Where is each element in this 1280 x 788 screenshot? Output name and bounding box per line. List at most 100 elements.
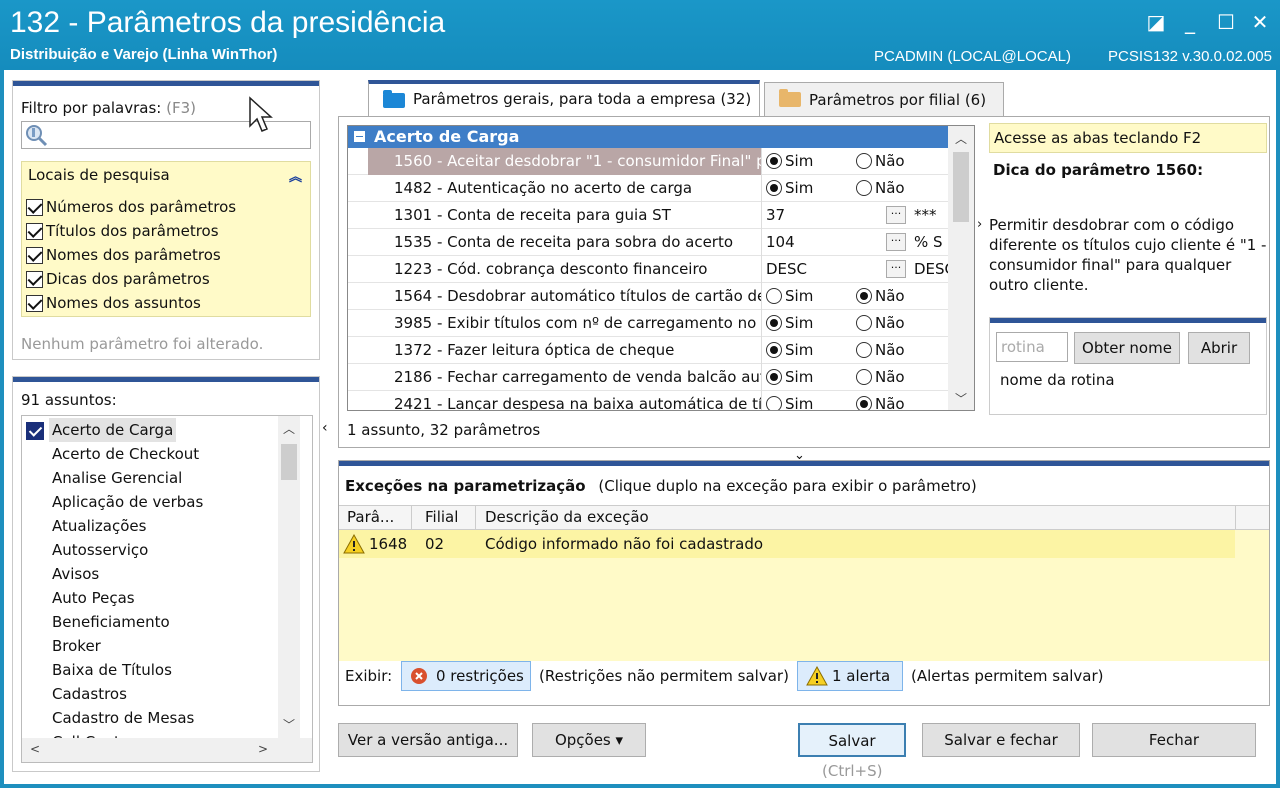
value-text[interactable]: 37 — [766, 202, 785, 229]
maximize-button[interactable]: ☐ — [1212, 8, 1240, 36]
scope-option-numbers[interactable]: Números dos parâmetros — [26, 196, 236, 218]
no-option[interactable]: Não — [856, 175, 905, 202]
radio-icon[interactable] — [856, 288, 872, 304]
radio-icon[interactable] — [766, 396, 782, 410]
save-button[interactable]: Salvar — [798, 723, 906, 757]
list-item[interactable]: Auto Peças — [52, 586, 135, 610]
value-text[interactable]: DESC — [766, 256, 807, 283]
scroll-right-icon[interactable]: > — [254, 742, 272, 756]
scroll-left-icon[interactable]: < — [26, 742, 44, 756]
scroll-up-icon[interactable]: ︿ — [952, 130, 970, 147]
save-close-button[interactable]: Salvar e fechar — [922, 723, 1080, 757]
parameter-name[interactable]: 1560 - Aceitar desdobrar "1 - consumidor… — [368, 148, 761, 175]
collapse-icon[interactable]: ︽ — [289, 166, 302, 185]
parameter-name[interactable]: 2421 - Lançar despesa na baixa automátic… — [368, 391, 761, 410]
parameter-value[interactable]: DESC ··· DESC — [761, 256, 948, 283]
yes-option[interactable]: Sim — [766, 337, 813, 364]
yes-option[interactable]: Sim — [766, 391, 813, 410]
expand-tip-icon[interactable]: › — [977, 217, 982, 232]
rotina-input[interactable]: rotina — [996, 332, 1068, 362]
scroll-down-icon[interactable]: ﹀ — [280, 716, 298, 733]
parameter-value[interactable]: Sim Não — [761, 310, 948, 337]
column-header[interactable]: Parâ... — [347, 508, 394, 526]
restrictions-button[interactable]: 0 restrições — [401, 661, 531, 691]
table-row[interactable]: 1535 - Conta de receita para sobra do ac… — [348, 229, 948, 256]
table-row[interactable]: 3985 - Exibir títulos com nº de carregam… — [348, 310, 948, 337]
tab-branch-params[interactable]: Parâmetros por filial (6) — [764, 82, 1004, 118]
parameter-name[interactable]: 1482 - Autenticação no acerto de carga — [368, 175, 761, 202]
browse-button[interactable]: ··· — [886, 206, 906, 224]
no-option[interactable]: Não — [856, 364, 905, 391]
yes-option[interactable]: Sim — [766, 283, 813, 310]
close-button[interactable]: Fechar — [1092, 723, 1256, 757]
list-item[interactable]: Acerto de Carga — [49, 418, 177, 442]
table-row[interactable]: 1223 - Cód. cobrança desconto financeiro… — [348, 256, 948, 283]
column-header[interactable]: Filial — [425, 508, 458, 526]
scroll-thumb[interactable] — [281, 444, 297, 480]
list-item[interactable]: Atualizações — [52, 514, 146, 538]
parameter-value[interactable]: Sim Não — [761, 391, 948, 410]
parameter-name[interactable]: 1564 - Desdobrar automático títulos de c… — [368, 283, 761, 310]
checkbox-checked-icon[interactable] — [26, 294, 43, 312]
list-item[interactable]: Broker — [52, 634, 101, 658]
scope-option-subjects[interactable]: Nomes dos assuntos — [26, 292, 201, 314]
list-item[interactable]: Acerto de Checkout — [52, 442, 199, 466]
group-header[interactable]: Acerto de Carga — [348, 126, 948, 148]
vertical-scrollbar[interactable]: ︿ ﹀ — [278, 416, 300, 738]
radio-icon[interactable] — [766, 369, 782, 385]
scroll-down-icon[interactable]: ﹀ — [952, 390, 970, 407]
browse-button[interactable]: ··· — [886, 233, 906, 251]
scroll-thumb[interactable] — [953, 152, 969, 222]
no-option[interactable]: Não — [856, 148, 905, 175]
table-row[interactable]: 2421 - Lançar despesa na baixa automátic… — [348, 391, 948, 410]
yes-option[interactable]: Sim — [766, 310, 813, 337]
subject-list[interactable]: Acerto de Carga Acerto de Checkout Anali… — [21, 415, 313, 763]
collapse-left-icon[interactable]: ‹ — [322, 420, 328, 436]
parameter-value[interactable]: Sim Não — [761, 337, 948, 364]
column-header[interactable]: Descrição da exceção — [485, 508, 649, 526]
open-button[interactable]: Abrir — [1188, 332, 1250, 364]
close-window-button[interactable]: ✕ — [1246, 8, 1274, 36]
radio-icon[interactable] — [856, 342, 872, 358]
parameter-value[interactable]: Sim Não — [761, 175, 948, 202]
table-row[interactable]: 1301 - Conta de receita para guia ST 37 ··… — [348, 202, 948, 229]
parameter-value[interactable]: Sim Não — [761, 283, 948, 310]
parameter-name[interactable]: 1535 - Conta de receita para sobra do ac… — [368, 229, 761, 256]
list-item[interactable]: Cadastro de Mesas — [52, 706, 194, 730]
old-version-button[interactable]: Ver a versão antiga... — [338, 723, 518, 757]
list-item[interactable]: Analise Gerencial — [52, 466, 182, 490]
browse-button[interactable]: ··· — [886, 260, 906, 278]
parameter-name[interactable]: 2186 - Fechar carregamento de venda balc… — [368, 364, 761, 391]
parameter-name[interactable]: 1301 - Conta de receita para guia ST — [368, 202, 761, 229]
no-option[interactable]: Não — [856, 391, 905, 410]
checkbox-checked-icon[interactable] — [26, 198, 43, 216]
parameter-name[interactable]: 1223 - Cód. cobrança desconto financeiro — [368, 256, 761, 283]
table-row[interactable]: 1648 02 Código informado não foi cadastr… — [339, 530, 1235, 558]
parameter-name[interactable]: 3985 - Exibir títulos com nº de carregam… — [368, 310, 761, 337]
table-row[interactable]: 1372 - Fazer leitura óptica de cheque Sim… — [348, 337, 948, 364]
horizontal-scrollbar[interactable]: < > — [22, 738, 312, 762]
parameter-name[interactable]: 1372 - Fazer leitura óptica de cheque — [368, 337, 761, 364]
radio-icon[interactable] — [856, 315, 872, 331]
list-item[interactable]: Beneficiamento — [52, 610, 170, 634]
radio-icon[interactable] — [856, 369, 872, 385]
value-text[interactable]: 104 — [766, 229, 795, 256]
scope-option-tips[interactable]: Dicas dos parâmetros — [26, 268, 210, 290]
radio-icon[interactable] — [766, 288, 782, 304]
table-row[interactable]: 1564 - Desdobrar automático títulos de c… — [348, 283, 948, 310]
list-item[interactable]: Aplicação de verbas — [52, 490, 203, 514]
scope-option-names[interactable]: Nomes dos parâmetros — [26, 244, 221, 266]
yes-option[interactable]: Sim — [766, 364, 813, 391]
list-item[interactable]: Cadastros — [52, 682, 127, 706]
no-option[interactable]: Não — [856, 310, 905, 337]
get-name-button[interactable]: Obter nome — [1074, 332, 1180, 364]
minimize-button[interactable]: _ — [1176, 8, 1204, 36]
scope-option-titles[interactable]: Títulos dos parâmetros — [26, 220, 219, 242]
alerts-button[interactable]: 1 alerta — [797, 661, 903, 691]
grid-scrollbar[interactable]: ︿ ﹀ — [948, 126, 974, 410]
tab-general-params[interactable]: Parâmetros gerais, para toda a empresa (… — [368, 80, 760, 116]
list-item[interactable]: Autosserviço — [52, 538, 148, 562]
checkbox-checked-icon[interactable] — [26, 422, 44, 440]
parameter-value[interactable]: Sim Não — [761, 364, 948, 391]
collapse-group-icon[interactable] — [354, 131, 365, 142]
